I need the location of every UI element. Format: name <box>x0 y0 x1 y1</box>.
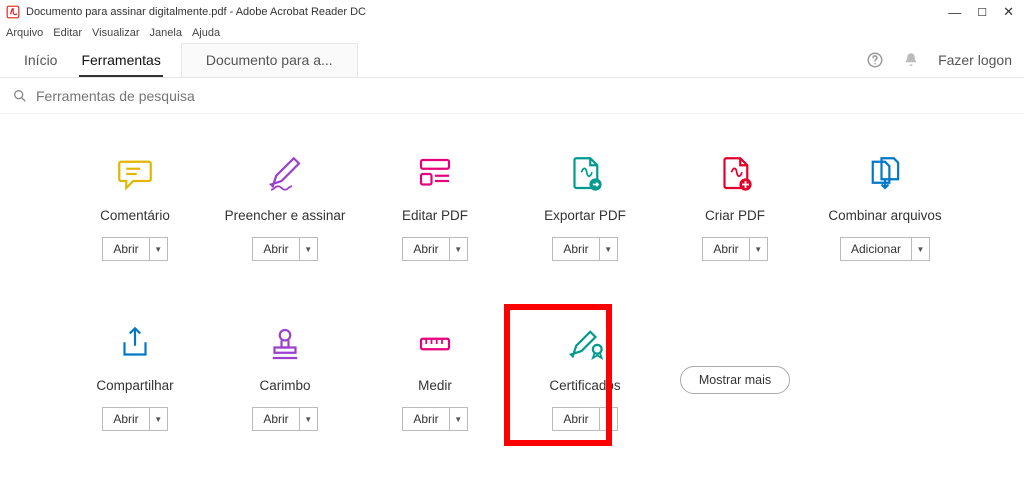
tool-button[interactable]: Abrir▼ <box>402 407 467 431</box>
create-pdf-icon <box>714 153 756 195</box>
tool-exportar-pdf[interactable]: Exportar PDF Abrir▼ <box>510 150 660 320</box>
tool-label: Criar PDF <box>705 208 765 223</box>
tool-button[interactable]: Abrir▼ <box>102 407 167 431</box>
combine-files-icon <box>864 153 906 195</box>
tab-documento[interactable]: Documento para a... <box>181 43 358 77</box>
chevron-down-icon[interactable]: ▼ <box>149 408 167 430</box>
chevron-down-icon[interactable]: ▼ <box>149 238 167 260</box>
tool-medir[interactable]: Medir Abrir▼ <box>360 320 510 490</box>
tool-button[interactable]: Abrir▼ <box>402 237 467 261</box>
menu-arquivo[interactable]: Arquivo <box>6 27 43 39</box>
menu-janela[interactable]: Janela <box>150 27 182 39</box>
tool-certificados[interactable]: Certificados Abrir▼ <box>510 320 660 490</box>
chevron-down-icon[interactable]: ▼ <box>299 408 317 430</box>
measure-icon <box>414 323 456 365</box>
show-more-button[interactable]: Mostrar mais <box>680 366 790 394</box>
edit-pdf-icon <box>414 153 456 195</box>
certificate-icon <box>564 323 606 365</box>
login-link[interactable]: Fazer logon <box>938 52 1012 68</box>
show-more-cell: Mostrar mais <box>660 320 810 490</box>
adobe-acrobat-icon <box>6 5 20 19</box>
tool-label: Medir <box>418 378 452 393</box>
window-titlebar: Documento para assinar digitalmente.pdf … <box>0 0 1024 24</box>
sign-icon <box>264 153 306 195</box>
tools-panel: Comentário Abrir▼ Preencher e assinar Ab… <box>0 114 1024 490</box>
bell-icon[interactable] <box>902 51 920 69</box>
menubar: Arquivo Editar Visualizar Janela Ajuda <box>0 24 1024 42</box>
chevron-down-icon[interactable]: ▼ <box>599 408 617 430</box>
tool-button[interactable]: Abrir▼ <box>552 407 617 431</box>
share-icon <box>114 323 156 365</box>
menu-editar[interactable]: Editar <box>53 27 82 39</box>
tool-label: Carimbo <box>259 378 310 393</box>
tool-button[interactable]: Abrir▼ <box>552 237 617 261</box>
tool-criar-pdf[interactable]: Criar PDF Abrir▼ <box>660 150 810 320</box>
tool-label: Combinar arquivos <box>828 208 941 223</box>
tool-label: Exportar PDF <box>544 208 626 223</box>
tabstrip: Início Ferramentas Documento para a... F… <box>0 42 1024 78</box>
stamp-icon <box>264 323 306 365</box>
chevron-down-icon[interactable]: ▼ <box>449 408 467 430</box>
tab-ferramentas[interactable]: Ferramentas <box>69 43 172 77</box>
menu-ajuda[interactable]: Ajuda <box>192 27 220 39</box>
tool-label: Preencher e assinar <box>225 208 346 223</box>
search-input[interactable] <box>36 88 1012 104</box>
comment-icon <box>114 153 156 195</box>
help-icon[interactable] <box>866 51 884 69</box>
chevron-down-icon[interactable]: ▼ <box>599 238 617 260</box>
tool-label: Compartilhar <box>96 378 173 393</box>
tool-combinar-arquivos[interactable]: Combinar arquivos Adicionar▼ <box>810 150 960 320</box>
close-button[interactable]: ✕ <box>1003 4 1014 20</box>
tool-label: Certificados <box>549 378 620 393</box>
tool-button[interactable]: Abrir▼ <box>252 237 317 261</box>
tool-editar-pdf[interactable]: Editar PDF Abrir▼ <box>360 150 510 320</box>
minimize-button[interactable]: — <box>948 5 961 20</box>
window-controls: — ☐ ✕ <box>948 4 1014 20</box>
tool-button[interactable]: Abrir▼ <box>702 237 767 261</box>
chevron-down-icon[interactable]: ▼ <box>449 238 467 260</box>
tool-comentario[interactable]: Comentário Abrir▼ <box>60 150 210 320</box>
tool-button[interactable]: Abrir▼ <box>252 407 317 431</box>
tool-button[interactable]: Adicionar▼ <box>840 237 930 261</box>
chevron-down-icon[interactable]: ▼ <box>749 238 767 260</box>
tool-carimbo[interactable]: Carimbo Abrir▼ <box>210 320 360 490</box>
tool-label: Comentário <box>100 208 170 223</box>
menu-visualizar[interactable]: Visualizar <box>92 27 140 39</box>
maximize-button[interactable]: ☐ <box>977 6 987 19</box>
tool-button[interactable]: Abrir▼ <box>102 237 167 261</box>
chevron-down-icon[interactable]: ▼ <box>911 238 929 260</box>
tool-compartilhar[interactable]: Compartilhar Abrir▼ <box>60 320 210 490</box>
searchbar <box>0 78 1024 114</box>
tab-inicio[interactable]: Início <box>12 43 69 77</box>
tool-label: Editar PDF <box>402 208 468 223</box>
window-title: Documento para assinar digitalmente.pdf … <box>26 6 366 18</box>
export-pdf-icon <box>564 153 606 195</box>
search-icon <box>12 88 28 104</box>
tool-preencher-assinar[interactable]: Preencher e assinar Abrir▼ <box>210 150 360 320</box>
chevron-down-icon[interactable]: ▼ <box>299 238 317 260</box>
